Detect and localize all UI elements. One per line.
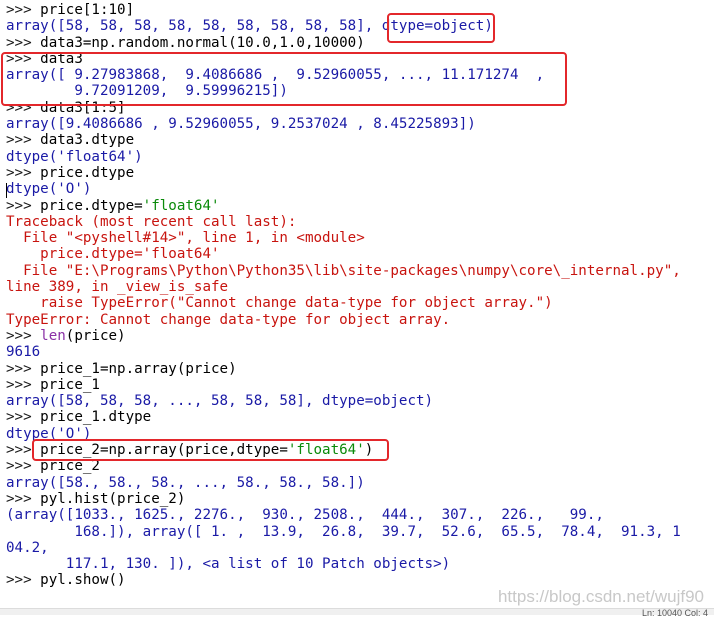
- prompt-marker: >>>: [6, 490, 41, 507]
- shell-text-segment: price[1:10]: [40, 2, 135, 18]
- shell-text-segment: data3.dtype: [40, 132, 135, 149]
- shell-text-segment: array([58, 58, 58, ..., 58, 58, 58], dty…: [6, 393, 434, 410]
- shell-text-segment: File "<pyshell#14>", line 1, in <module>: [6, 230, 365, 247]
- shell-line: >>> data3.dtype: [6, 132, 710, 148]
- shell-text-segment: array([9.4086686 , 9.52960055, 9.2537024…: [6, 116, 476, 133]
- shell-line: array([58, 58, 58, ..., 58, 58, 58], dty…: [6, 393, 710, 409]
- prompt-marker: >>>: [6, 360, 41, 377]
- shell-text-segment: price_1: [40, 376, 100, 393]
- shell-line: array([9.4086686 , 9.52960055, 9.2537024…: [6, 116, 710, 132]
- shell-text-segment: 04.2,: [6, 539, 49, 556]
- shell-text-segment: Traceback (most recent call last):: [6, 213, 297, 230]
- shell-line: >>> pyl.hist(price_2): [6, 491, 710, 507]
- prompt-marker: >>>: [6, 327, 41, 344]
- shell-text-segment: line 389, in _view_is_safe: [6, 279, 229, 296]
- shell-text-segment: 168.]), array([ 1. , 13.9, 26.8, 39.7, 5…: [6, 523, 681, 540]
- status-position: Ln: 10040 Col: 4: [641, 608, 708, 618]
- shell-line: File "<pyshell#14>", line 1, in <module>: [6, 230, 710, 246]
- shell-text-segment: 'float64': [142, 197, 220, 214]
- watermark: https://blog.csdn.net/wujf90: [497, 587, 704, 606]
- shell-text-segment: price_1.dtype: [40, 409, 152, 426]
- shell-line: dtype('O'): [6, 181, 710, 197]
- shell-line: (array([1033., 1625., 2276., 930., 2508.…: [6, 507, 710, 523]
- prompt-marker: >>>: [6, 197, 41, 214]
- prompt-marker: >>>: [6, 2, 41, 18]
- highlight-price2-float64: [32, 439, 389, 461]
- shell-text-segment: File "E:\Programs\Python\Python35\lib\si…: [6, 262, 681, 279]
- shell-line: >>> price_1: [6, 377, 710, 393]
- shell-line: 117.1, 130. ]), <a list of 10 Patch obje…: [6, 556, 710, 572]
- shell-line: >>> price.dtype: [6, 165, 710, 181]
- text-cursor: [6, 183, 7, 198]
- highlight-data3-output: [1, 52, 567, 106]
- shell-line: >>> len(price): [6, 328, 710, 344]
- shell-line: array([58, 58, 58, 58, 58, 58, 58, 58, 5…: [6, 18, 710, 34]
- shell-text-segment: pyl.hist(price_2): [40, 490, 186, 507]
- shell-line: raise TypeError("Cannot change data-type…: [6, 295, 710, 311]
- shell-text-segment: (price): [65, 327, 126, 344]
- shell-text-segment: price_1=np.array(price): [40, 360, 237, 377]
- shell-line: dtype('float64'): [6, 149, 710, 165]
- shell-text-segment: pyl.show(): [40, 572, 126, 589]
- shell-line: >>> price.dtype='float64': [6, 198, 710, 214]
- status-bar: Ln: 10040 Col: 4: [0, 608, 714, 618]
- prompt-marker: >>>: [6, 376, 41, 393]
- highlight-dtype-object: [387, 13, 495, 43]
- shell-line: 04.2,: [6, 540, 710, 556]
- shell-text-segment: dtype('float64'): [6, 148, 143, 165]
- shell-text-segment: price.dtype: [40, 164, 135, 181]
- shell-line: Traceback (most recent call last):: [6, 214, 710, 230]
- shell-line: >>> price_1=np.array(price): [6, 361, 710, 377]
- shell-text-segment: array([58., 58., 58., ..., 58., 58., 58.…: [6, 474, 365, 491]
- shell-text-segment: raise TypeError("Cannot change data-type…: [6, 295, 553, 312]
- shell-line: 9616: [6, 344, 710, 360]
- shell-text-segment: dtype('O'): [6, 181, 92, 198]
- prompt-marker: >>>: [6, 164, 41, 181]
- shell-text-segment: TypeError: Cannot change data-type for o…: [6, 311, 451, 328]
- shell-line: price.dtype='float64': [6, 246, 710, 262]
- shell-line: 168.]), array([ 1. , 13.9, 26.8, 39.7, 5…: [6, 524, 710, 540]
- shell-line: line 389, in _view_is_safe: [6, 279, 710, 295]
- shell-line: >>> data3=np.random.normal(10.0,1.0,1000…: [6, 35, 710, 51]
- shell-line: array([58., 58., 58., ..., 58., 58., 58.…: [6, 475, 710, 491]
- prompt-marker: >>>: [6, 409, 41, 426]
- shell-text-segment: len: [40, 327, 66, 344]
- shell-text-segment: 117.1, 130. ]), <a list of 10 Patch obje…: [6, 556, 451, 573]
- shell-line: File "E:\Programs\Python\Python35\lib\si…: [6, 263, 710, 279]
- shell-text-segment: (array([1033., 1625., 2276., 930., 2508.…: [6, 507, 604, 524]
- shell-text-segment: array([58, 58, 58, 58, 58, 58, 58, 58, 5…: [6, 18, 382, 35]
- shell-line: >>> price_1.dtype: [6, 409, 710, 425]
- shell-text-segment: 9616: [6, 344, 41, 361]
- prompt-marker: >>>: [6, 132, 41, 149]
- shell-text-segment: data3=np.random.normal(10.0,1.0,10000): [40, 34, 365, 51]
- shell-line: TypeError: Cannot change data-type for o…: [6, 312, 710, 328]
- shell-text-segment: price.dtype='float64': [6, 246, 220, 263]
- prompt-marker: >>>: [6, 572, 41, 589]
- shell-line: >>> price[1:10]: [6, 2, 710, 18]
- shell-text-segment: price.dtype=: [40, 197, 143, 214]
- prompt-marker: >>>: [6, 34, 41, 51]
